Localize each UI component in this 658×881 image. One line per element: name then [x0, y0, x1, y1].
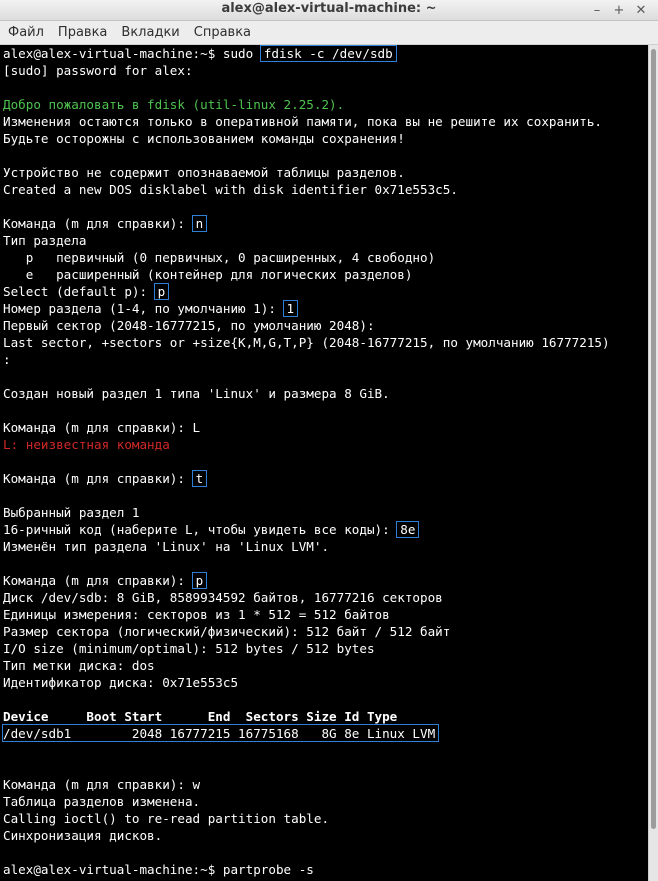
- warning-line: Изменения остаются только в оперативной …: [3, 114, 602, 129]
- minimize-button[interactable]: –: [586, 1, 608, 21]
- output-line: Изменён тип раздела 'Linux' на 'Linux LV…: [3, 539, 330, 554]
- prompt-line: alex@alex-virtual-machine:~$ sudo fdisk …: [0, 45, 648, 62]
- menu-file[interactable]: Файл: [4, 25, 48, 40]
- highlighted-input: t: [191, 470, 208, 487]
- prompt-line: alex@alex-virtual-machine:~$ partprobe -…: [0, 861, 648, 878]
- warning-line: Будьте осторожны с использованием команд…: [3, 131, 405, 146]
- output-line: Идентификатор диска: 0x71e553c5: [3, 675, 239, 690]
- fdisk-prompt: Команда (m для справки):: [3, 471, 193, 486]
- command-text: sudo: [222, 46, 261, 61]
- output-line: Синхронизация дисков.: [3, 828, 163, 843]
- output-line: Тип раздела: [3, 233, 87, 248]
- window-controls: – + ✕: [586, 0, 652, 21]
- fdisk-prompt: Команда (m для справки):: [3, 573, 193, 588]
- command-prompt-line: Команда (m для справки): n: [0, 215, 648, 232]
- command-prompt-line: 16-ричный код (наберите L, чтобы увидеть…: [0, 521, 648, 538]
- terminal-output[interactable]: alex@alex-virtual-machine:~$ sudo fdisk …: [0, 45, 648, 881]
- command-prompt-line: Команда (m для справки): p: [0, 572, 648, 589]
- menu-bar: Файл Правка Вкладки Справка: [0, 21, 658, 45]
- output-line: Устройство не содержит опознаваемой табл…: [3, 165, 405, 180]
- output-line: e расширенный (контейнер для логических …: [3, 267, 413, 282]
- command-prompt-line: Select (default p): p: [0, 283, 648, 300]
- menu-tabs[interactable]: Вкладки: [117, 25, 183, 40]
- partition-table-row: /dev/sdb1 2048 16777215 16775168 8G 8e L…: [0, 724, 648, 742]
- output-line: :: [3, 352, 11, 367]
- output-line: Первый сектор (2048-16777215, по умолчан…: [3, 318, 375, 333]
- shell-prompt: alex@alex-virtual-machine:~$: [3, 46, 223, 61]
- partition-table-header: Device Boot Start End Sectors Size Id Ty…: [3, 709, 398, 724]
- highlighted-input: 1: [282, 300, 299, 317]
- shell-prompt: alex@alex-virtual-machine:~$: [3, 862, 223, 877]
- highlighted-input: n: [191, 215, 208, 232]
- highlighted-input: p: [191, 572, 208, 589]
- title-bar[interactable]: alex@alex-virtual-machine: ~ – + ✕: [0, 0, 658, 21]
- output-line: p первичный (0 первичных, 0 расширенных,…: [3, 250, 436, 265]
- fdisk-prompt: Команда (m для справки):: [3, 216, 193, 231]
- output-line: Единицы измерения: секторов из 1 * 512 =…: [3, 607, 390, 622]
- welcome-line: Добро пожаловать в fdisk (util-linux 2.2…: [3, 97, 345, 112]
- output-line: Таблица разделов изменена.: [3, 794, 201, 809]
- command-line: Команда (m для справки): w: [3, 777, 201, 792]
- maximize-button[interactable]: +: [608, 1, 630, 21]
- terminal-window: alex@alex-virtual-machine: ~ – + ✕ Файл …: [0, 0, 658, 881]
- window-title: alex@alex-virtual-machine: ~: [221, 1, 437, 16]
- output-line: I/O size (minimum/optimal): 512 bytes / …: [3, 641, 375, 656]
- select-prompt: Select (default p):: [3, 284, 155, 299]
- command-prompt-line: Номер раздела (1-4, по умолчанию 1): 1: [0, 300, 648, 317]
- vertical-scrollbar[interactable]: [648, 45, 658, 881]
- sudo-password-line: [sudo] password for alex:: [3, 63, 193, 78]
- output-line: Тип метки диска: dos: [3, 658, 155, 673]
- output-line: Выбранный раздел 1: [3, 505, 140, 520]
- error-line: L: неизвестная команда: [3, 437, 170, 452]
- menu-edit[interactable]: Правка: [54, 25, 111, 40]
- highlighted-command: fdisk -c /dev/sdb: [259, 45, 397, 62]
- partition-number-prompt: Номер раздела (1-4, по умолчанию 1):: [3, 301, 284, 316]
- output-line: Создан новый раздел 1 типа 'Linux' и раз…: [3, 386, 390, 401]
- output-line: Диск /dev/sdb: 8 GiB, 8589934592 байтов,…: [3, 590, 443, 605]
- command-line: Команда (m для справки): L: [3, 420, 201, 435]
- scrollbar-thumb[interactable]: [651, 49, 656, 829]
- output-line: Last sector, +sectors or +size{K,M,G,T,P…: [3, 335, 610, 350]
- output-line: Размер сектора (логический/физический): …: [3, 624, 451, 639]
- output-line: Created a new DOS disklabel with disk id…: [3, 182, 458, 197]
- hex-code-prompt: 16-ричный код (наберите L, чтобы увидеть…: [3, 522, 398, 537]
- highlighted-input: 8e: [396, 521, 420, 538]
- highlighted-partition-row: /dev/sdb1 2048 16777215 16775168 8G 8e L…: [1, 724, 440, 742]
- close-button[interactable]: ✕: [630, 1, 652, 21]
- menu-help[interactable]: Справка: [190, 25, 255, 40]
- command-prompt-line: Команда (m для справки): t: [0, 470, 648, 487]
- command-text: partprobe -s: [222, 862, 314, 877]
- highlighted-input: p: [153, 283, 170, 300]
- output-line: Calling ioctl() to re-read partition tab…: [3, 811, 330, 826]
